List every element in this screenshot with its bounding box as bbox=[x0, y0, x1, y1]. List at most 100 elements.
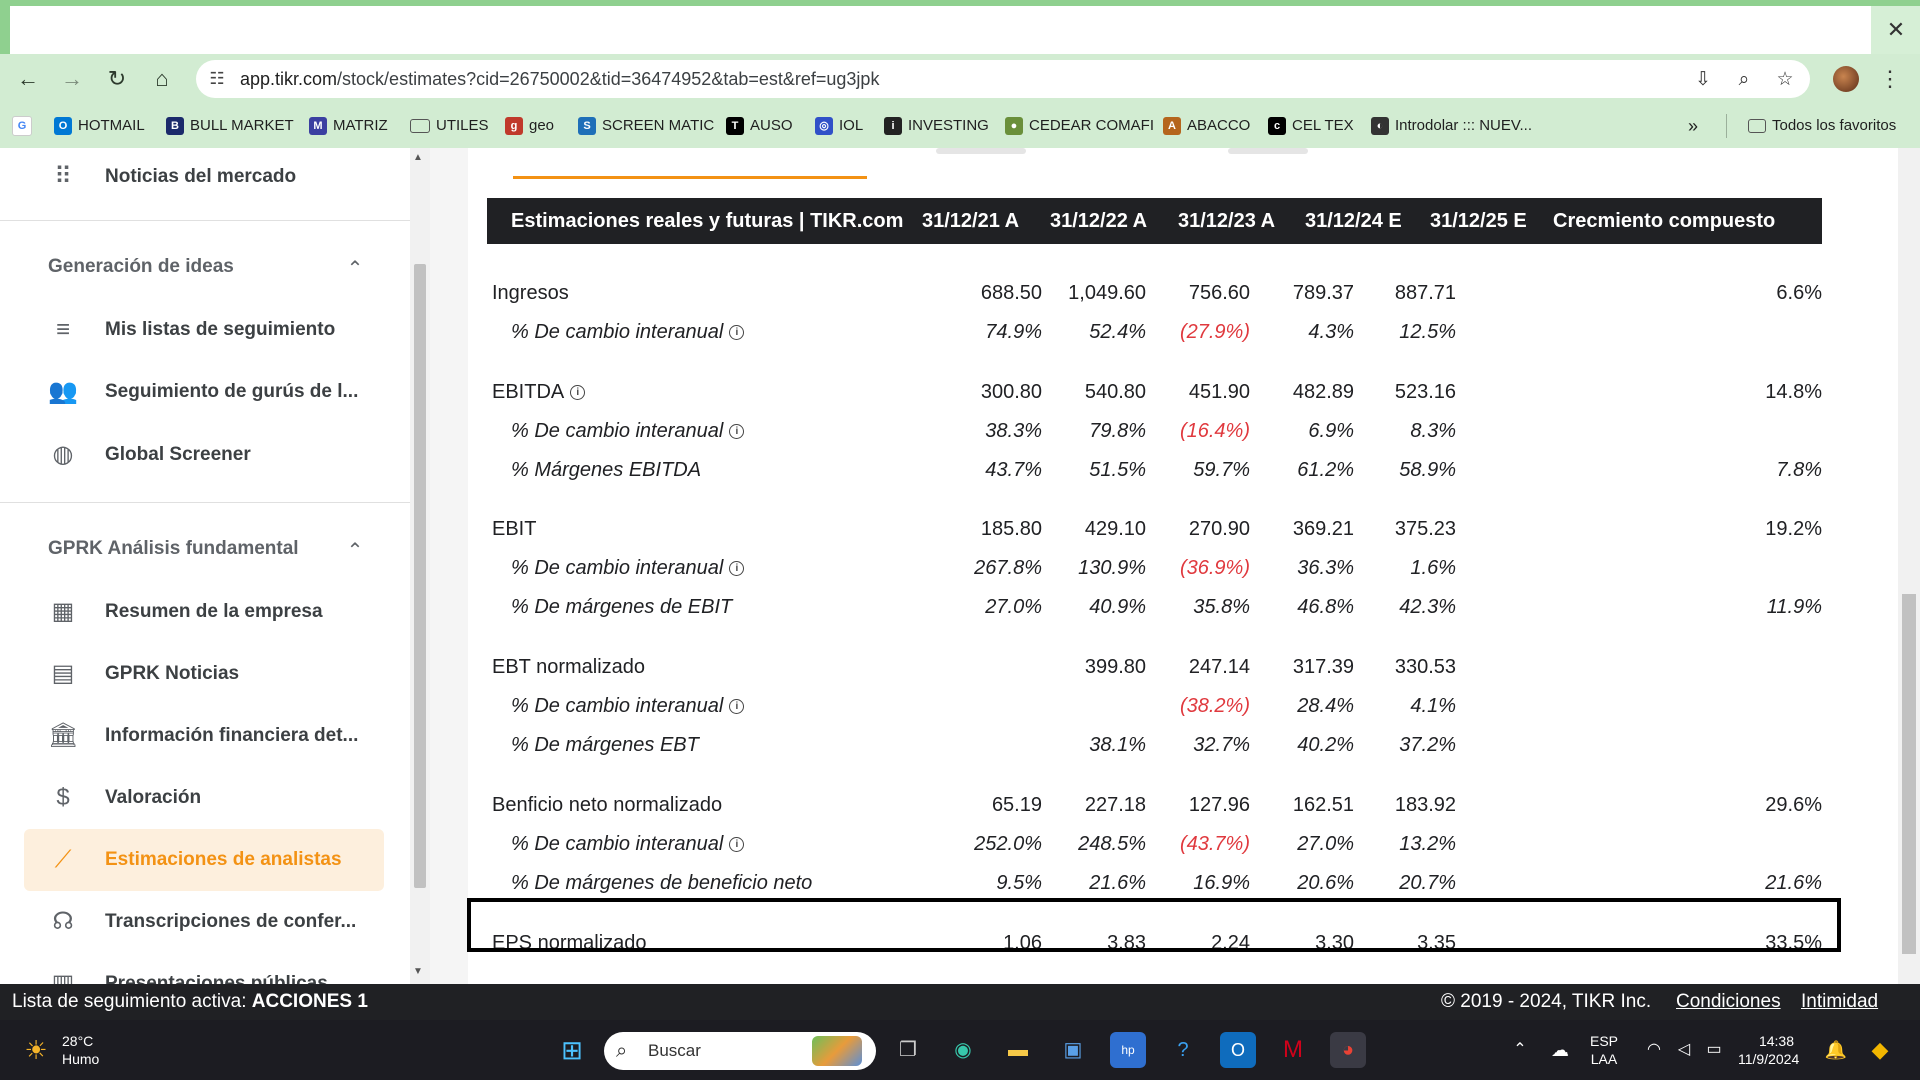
sidebar-item-gurus[interactable]: 👥 Seguimiento de gurús de l... bbox=[24, 361, 384, 423]
scroll-up-icon[interactable]: ▲ bbox=[413, 152, 423, 163]
weather-icon[interactable]: ☀ bbox=[18, 1032, 54, 1068]
taskbar-search[interactable]: ⌕ Buscar bbox=[604, 1032, 876, 1070]
site-settings-icon[interactable]: ☷ bbox=[204, 66, 230, 92]
file-explorer-icon[interactable]: ▬ bbox=[1000, 1032, 1036, 1068]
battery-icon[interactable]: ▭ bbox=[1696, 1032, 1732, 1068]
info-icon[interactable]: i bbox=[729, 699, 745, 715]
sidebar-item-label: Estimaciones de analistas bbox=[105, 849, 342, 870]
bookmark-item[interactable]: UTILES bbox=[410, 104, 489, 148]
bookmark-item[interactable]: ◐ Introdolar ::: NUEV... bbox=[1371, 104, 1532, 148]
clock[interactable]: 14:38 11/9/2024 bbox=[1738, 1032, 1799, 1068]
bookmark-item[interactable]: O HOTMAIL bbox=[54, 104, 145, 148]
bookmark-label: CEL TEX bbox=[1292, 117, 1354, 134]
bookmark-item[interactable]: c CEL TEX bbox=[1268, 104, 1354, 148]
sidebar-item-analyst-estimates[interactable]: ⟋ Estimaciones de analistas bbox=[24, 829, 384, 891]
sidebar-item-watchlists[interactable]: ≡ Mis listas de seguimiento bbox=[24, 299, 384, 361]
bookmark-item[interactable]: i INVESTING bbox=[884, 104, 989, 148]
edge-icon[interactable]: ◉ bbox=[945, 1032, 981, 1068]
page-scrollbar[interactable] bbox=[1898, 148, 1920, 984]
bookmark-favicon-icon: i bbox=[884, 117, 902, 136]
bookmark-item[interactable]: B BULL MARKET bbox=[166, 104, 294, 148]
info-icon[interactable]: i bbox=[570, 385, 586, 401]
info-icon[interactable]: i bbox=[729, 837, 745, 853]
row-label: % De márgenes EBT bbox=[511, 726, 699, 765]
language-indicator[interactable]: ESP LAA bbox=[1590, 1032, 1618, 1068]
row-label: % De cambio interanual i bbox=[511, 825, 745, 864]
bookmark-item[interactable]: T AUSO bbox=[726, 104, 793, 148]
notification-bell-icon[interactable]: 🔔 bbox=[1818, 1032, 1854, 1068]
chrome-icon[interactable]: ◕ bbox=[1330, 1032, 1366, 1068]
terms-link[interactable]: Condiciones bbox=[1676, 984, 1781, 1020]
scrollbar-thumb[interactable] bbox=[1902, 594, 1916, 954]
close-icon[interactable]: ✕ bbox=[1880, 14, 1912, 46]
myhp-icon[interactable]: hp bbox=[1110, 1032, 1146, 1068]
estimates-panel: Estimaciones reales y futuras | TIKR.com… bbox=[468, 148, 1832, 968]
column-header[interactable]: 31/12/21 A bbox=[922, 198, 1019, 244]
column-header[interactable]: 31/12/25 E bbox=[1430, 198, 1527, 244]
bookmark-item[interactable]: g geo bbox=[505, 104, 554, 148]
outlook-icon[interactable]: O bbox=[1220, 1032, 1256, 1068]
bookmark-item[interactable]: A ABACCO bbox=[1163, 104, 1250, 148]
bookmark-item[interactable]: ● CEDEAR COMAFI bbox=[1005, 104, 1154, 148]
sidebar-item-news[interactable]: ▤ GPRK Noticias bbox=[24, 643, 384, 705]
sidebar-item-transcripts[interactable]: ☊ Transcripciones de confer... bbox=[24, 891, 384, 953]
back-icon[interactable]: ← bbox=[12, 63, 44, 95]
sidebar-scrollbar[interactable]: ▲ ▼ bbox=[410, 148, 430, 984]
windows-start-icon[interactable]: ⊞ bbox=[554, 1032, 590, 1068]
copilot-icon[interactable]: ◆ bbox=[1862, 1032, 1898, 1068]
bookmark-item[interactable]: M MATRIZ bbox=[309, 104, 388, 148]
scroll-down-icon[interactable]: ▼ bbox=[413, 966, 423, 977]
sidebar-item-filings[interactable]: ▥ Presentaciones públicas bbox=[24, 953, 384, 984]
table-cell: (36.9%) bbox=[1179, 557, 1250, 579]
sidebar-item-company-summary[interactable]: ▦ Resumen de la empresa bbox=[24, 581, 384, 643]
browser-menu-icon[interactable]: ⋮ bbox=[1876, 64, 1904, 94]
table-cell: 27.0% bbox=[985, 596, 1042, 618]
home-icon[interactable]: ⌂ bbox=[146, 63, 178, 95]
table-cell: 399.80 bbox=[1084, 656, 1146, 678]
sidebar-item-valuation[interactable]: $ Valoración bbox=[24, 767, 384, 829]
reload-icon[interactable]: ↻ bbox=[101, 63, 133, 95]
scrollbar-thumb[interactable] bbox=[414, 264, 426, 888]
star-icon[interactable]: ☆ bbox=[1772, 67, 1798, 93]
profile-avatar[interactable] bbox=[1833, 66, 1859, 92]
bank-icon: 🏛 bbox=[48, 722, 79, 749]
tab-stub bbox=[936, 148, 1026, 154]
url-text[interactable]: app.tikr.com/stock/estimates?cid=2675000… bbox=[240, 60, 879, 98]
sidebar-item-global-screener[interactable]: ◍ Global Screener bbox=[24, 424, 384, 486]
sidebar-item-financials[interactable]: 🏛 Información financiera det... bbox=[24, 705, 384, 767]
cloud-icon[interactable]: ☁ bbox=[1542, 1032, 1578, 1068]
chevron-up-icon[interactable]: ⌃ bbox=[340, 249, 370, 289]
weather-widget[interactable]: 28°C Humo bbox=[62, 1032, 99, 1068]
bookmark-favicon-icon: g bbox=[505, 117, 523, 136]
task-view-icon[interactable]: ❐ bbox=[890, 1032, 926, 1068]
privacy-link[interactable]: Intimidad bbox=[1801, 984, 1878, 1020]
column-header[interactable]: 31/12/22 A bbox=[1050, 198, 1147, 244]
url-domain: app.tikr.com bbox=[240, 69, 338, 89]
info-icon[interactable]: i bbox=[729, 424, 745, 440]
forward-icon[interactable]: → bbox=[56, 63, 88, 95]
more-bookmarks-icon[interactable]: » bbox=[1688, 104, 1698, 148]
table-cell: 27.0% bbox=[1297, 833, 1354, 855]
bookmark-favicon-icon: ◐ bbox=[1371, 117, 1389, 136]
address-bar[interactable]: ☷ app.tikr.com/stock/estimates?cid=26750… bbox=[196, 60, 1810, 98]
column-header[interactable]: 31/12/24 E bbox=[1305, 198, 1402, 244]
sidebar-item-market-news[interactable]: ⠿ Noticias del mercado bbox=[24, 148, 384, 208]
chevron-up-icon[interactable]: ⌃ bbox=[1502, 1032, 1538, 1068]
info-icon[interactable]: i bbox=[729, 325, 745, 341]
install-app-icon[interactable]: ⇩ bbox=[1690, 67, 1716, 93]
column-header[interactable]: Crecmiento compuesto bbox=[1553, 198, 1775, 244]
bookmark-label: Introdolar ::: NUEV... bbox=[1395, 117, 1533, 134]
bookmark-item[interactable]: S SCREEN MATIC bbox=[578, 104, 714, 148]
content-gutter bbox=[430, 148, 468, 984]
info-icon[interactable]: i bbox=[729, 561, 745, 577]
google-icon[interactable]: G bbox=[12, 104, 38, 148]
store-icon[interactable]: ▣ bbox=[1055, 1032, 1091, 1068]
zoom-icon[interactable]: ⌕ bbox=[1731, 67, 1757, 93]
bookmark-item[interactable]: ◎ IOL bbox=[815, 104, 863, 148]
column-header[interactable]: 31/12/23 A bbox=[1178, 198, 1275, 244]
table-cell: 300.80 bbox=[980, 381, 1042, 403]
all-bookmarks[interactable]: Todos los favoritos bbox=[1748, 104, 1896, 148]
chevron-up-icon[interactable]: ⌃ bbox=[340, 531, 370, 571]
help-icon[interactable]: ? bbox=[1165, 1032, 1201, 1068]
mcafee-icon[interactable]: M bbox=[1275, 1032, 1311, 1068]
